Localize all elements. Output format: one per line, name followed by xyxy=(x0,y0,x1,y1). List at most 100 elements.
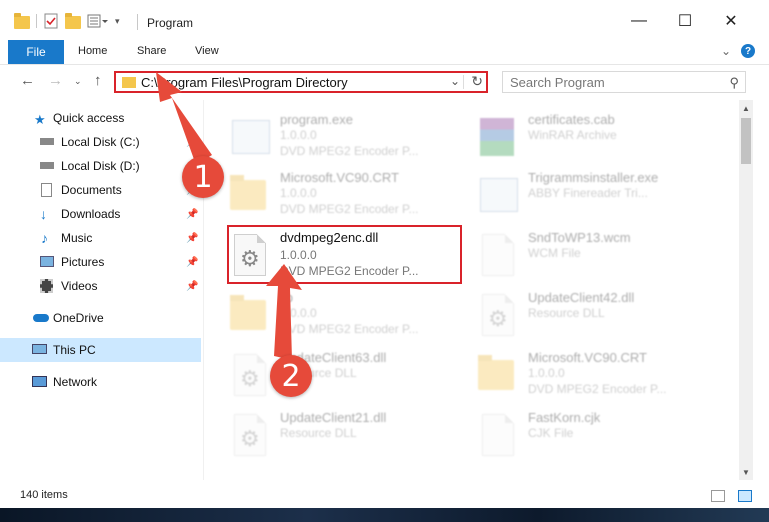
list-item[interactable]: Trigrammsinstaller.exe ABBY Finereader T… xyxy=(478,164,718,224)
address-path[interactable]: C:\Program Files\Program Directory xyxy=(141,75,348,90)
file-name: UpdateClient21.dll xyxy=(280,410,387,425)
file-description: DVD MPEG2 Encoder P... xyxy=(280,144,419,158)
file-description: DVD MPEG2 Encoder P... xyxy=(528,382,667,396)
file-name: FastKorn.cjk xyxy=(528,410,601,425)
tab-view[interactable]: View xyxy=(195,45,219,57)
chevron-down-icon[interactable]: ⌄ xyxy=(721,44,731,58)
vertical-scrollbar[interactable]: ▲ ▼ xyxy=(739,100,753,480)
dll-icon: ⚙ xyxy=(230,350,270,398)
pin-icon: 📌 xyxy=(186,256,199,268)
folder-icon xyxy=(122,77,136,88)
sidebar-item-label: Downloads xyxy=(61,207,121,221)
search-icon[interactable]: ⚲ xyxy=(729,75,739,91)
documents-icon xyxy=(41,183,52,197)
ribbon: File Home Share View ⌄ ? xyxy=(0,40,769,65)
sidebar-item-label: Pictures xyxy=(61,255,105,269)
file-icon xyxy=(478,230,518,278)
computer-icon xyxy=(32,344,47,354)
back-arrow-icon[interactable]: ← xyxy=(20,72,35,89)
pin-icon: 📌 xyxy=(186,208,199,220)
drive-icon xyxy=(40,138,54,145)
help-icon[interactable]: ? xyxy=(741,44,755,58)
details-view-icon[interactable] xyxy=(711,490,725,502)
sidebar-item-label: Local Disk (D:) xyxy=(61,159,140,173)
list-item[interactable]: lib 1.0.0.0 DVD MPEG2 Encoder P... xyxy=(230,284,470,344)
tab-share[interactable]: Share xyxy=(137,45,166,57)
file-list: program.exe 1.0.0.0 DVD MPEG2 Encoder P.… xyxy=(205,100,739,480)
status-bar: 140 items xyxy=(0,486,769,508)
step-2-badge: 2 xyxy=(270,355,312,397)
scroll-up-icon[interactable]: ▲ xyxy=(742,104,750,113)
up-arrow-icon[interactable]: ↑ xyxy=(94,72,102,89)
network-icon xyxy=(32,376,47,387)
new-folder-icon[interactable] xyxy=(65,12,81,29)
list-item[interactable]: SndToWP13.wcm WCM File xyxy=(478,224,718,284)
refresh-icon[interactable]: ↻ xyxy=(471,73,483,90)
sidebar-item-this-pc[interactable]: This PC xyxy=(0,338,201,362)
properties-icon[interactable] xyxy=(43,13,59,29)
folder-icon xyxy=(478,350,518,398)
address-bar[interactable]: C:\Program Files\Program Directory ⌄ ↻ xyxy=(114,71,488,93)
sidebar-item-local-disk-d[interactable]: Local Disk (D:) 📌 xyxy=(0,154,201,178)
file-name: UpdateClient42.dll xyxy=(528,290,635,305)
archive-icon xyxy=(478,112,518,160)
pin-icon: 📌 xyxy=(186,280,199,292)
sidebar-item-documents[interactable]: Documents 📌 xyxy=(0,178,201,202)
window-title: Program xyxy=(147,16,194,30)
tab-file[interactable]: File xyxy=(8,40,64,64)
list-item[interactable]: FastKorn.cjk CJK File xyxy=(478,404,718,464)
sidebar-item-downloads[interactable]: ↓ Downloads 📌 xyxy=(0,202,201,226)
scroll-down-icon[interactable]: ▼ xyxy=(742,468,750,477)
sidebar-item-label: Quick access xyxy=(53,111,125,125)
customize-toolbar-icon[interactable]: ▾ xyxy=(115,16,120,27)
sidebar-item-onedrive[interactable]: OneDrive xyxy=(0,306,201,330)
sidebar-item-pictures[interactable]: Pictures 📌 xyxy=(0,250,201,274)
large-icons-view-icon[interactable] xyxy=(738,490,752,502)
sidebar-item-videos[interactable]: Videos 📌 xyxy=(0,274,201,298)
step-1-badge: 1 xyxy=(182,156,224,198)
list-item[interactable]: certificates.cab WinRAR Archive xyxy=(478,106,718,166)
minimize-button[interactable]: — xyxy=(616,8,662,34)
navigation-pane: ★ Quick access Local Disk (C:) 📌 Local D… xyxy=(0,100,203,480)
sidebar-item-local-disk-c[interactable]: Local Disk (C:) 📌 xyxy=(0,130,201,154)
sidebar-item-label: Music xyxy=(61,231,93,245)
close-button[interactable]: ✕ xyxy=(708,8,754,34)
file-version: 1.0.0.0 xyxy=(280,186,317,200)
desktop-background xyxy=(0,508,769,522)
list-item[interactable]: ⚙ UpdateClient42.dll Resource DLL xyxy=(478,284,718,344)
search-input[interactable]: Search Program ⚲ xyxy=(502,71,746,93)
file-type: Resource DLL xyxy=(280,426,357,440)
pictures-icon xyxy=(40,256,54,267)
list-item[interactable]: ⚙ UpdateClient21.dll Resource DLL xyxy=(230,404,470,464)
chevron-down-icon[interactable]: ⌄ xyxy=(450,74,460,88)
tab-home[interactable]: Home xyxy=(78,45,107,57)
list-item[interactable]: ⚙ UpdateClient63.dll Resource DLL xyxy=(230,344,470,404)
file-name: Microsoft.VC90.CRT xyxy=(528,350,647,365)
title-bar: ▾ Program — ☐ ✕ xyxy=(0,0,769,40)
file-version: 1.0.0.0 xyxy=(528,366,565,380)
list-item[interactable]: Microsoft.VC90.CRT 1.0.0.0 DVD MPEG2 Enc… xyxy=(478,344,718,404)
sidebar-item-network[interactable]: Network xyxy=(0,370,201,394)
pin-icon: 📌 xyxy=(186,136,199,148)
cloud-icon xyxy=(33,314,49,322)
maximize-button[interactable]: ☐ xyxy=(662,8,708,34)
navigation-bar: ← → ⌄ ↑ C:\Program Files\Program Directo… xyxy=(0,66,769,98)
videos-icon xyxy=(40,279,53,293)
view-options-icon[interactable] xyxy=(87,13,108,29)
file-name: program.exe xyxy=(280,112,353,127)
file-explorer-window: ▾ Program — ☐ ✕ File Home Share View ⌄ ?… xyxy=(0,0,769,512)
downloads-icon: ↓ xyxy=(40,206,47,222)
sidebar-item-music[interactable]: ♪ Music 📌 xyxy=(0,226,201,250)
forward-arrow-icon[interactable]: → xyxy=(48,72,63,89)
scroll-thumb[interactable] xyxy=(741,118,751,164)
recent-locations-icon[interactable]: ⌄ xyxy=(74,76,82,87)
list-item[interactable]: program.exe 1.0.0.0 DVD MPEG2 Encoder P.… xyxy=(230,106,470,166)
sidebar-item-quick-access[interactable]: ★ Quick access xyxy=(0,106,201,130)
folder-icon xyxy=(14,12,30,29)
file-name: lib xyxy=(280,290,294,305)
sidebar-item-label: OneDrive xyxy=(53,311,104,325)
sidebar-item-label: Network xyxy=(53,375,98,389)
list-item[interactable]: Microsoft.VC90.CRT 1.0.0.0 DVD MPEG2 Enc… xyxy=(230,164,470,224)
file-type: WCM File xyxy=(528,246,581,260)
dll-icon: ⚙ xyxy=(230,410,270,458)
